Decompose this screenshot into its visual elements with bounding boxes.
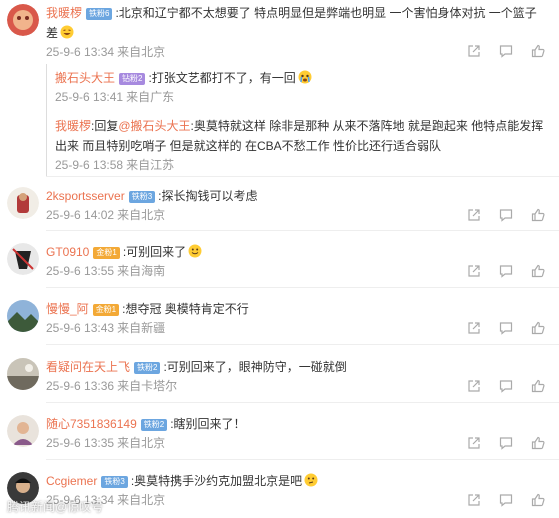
reply-item: 我暖椤:回复@搬石头大王:奥莫特就这样 除非是那种 从来不落阵地 就是跑起来 他… — [55, 116, 555, 174]
divider — [46, 230, 559, 231]
username[interactable]: GT0910 — [46, 245, 89, 259]
comment-location: 来自北京 — [117, 493, 166, 507]
like-icon[interactable] — [531, 379, 545, 393]
divider — [46, 287, 559, 288]
divider — [46, 402, 559, 403]
fan-badge: 铁粉2 — [140, 419, 168, 431]
comment-time: 25-9-6 13:55 — [46, 264, 115, 278]
comment-icon[interactable] — [499, 379, 513, 393]
like-icon[interactable] — [531, 264, 545, 278]
comment-location: 来自北京 — [117, 45, 166, 59]
comment-text: :可别回来了，眼神防守，一碰就倒 — [163, 360, 347, 374]
username[interactable]: 搬石头大王 — [55, 71, 115, 85]
like-icon[interactable] — [531, 321, 545, 335]
reply-time: 25-9-6 13:41 — [55, 90, 124, 104]
share-icon[interactable] — [467, 493, 481, 507]
share-icon[interactable] — [467, 44, 481, 58]
comment-text: :奥莫特携手沙约克加盟北京是吧 — [130, 474, 303, 488]
mention-link[interactable]: @搬石头大王 — [118, 119, 190, 133]
comment-icon[interactable] — [499, 493, 513, 507]
share-icon[interactable] — [467, 264, 481, 278]
laugh-emoji-icon — [60, 25, 74, 39]
reply-text: :打张文艺都打不了，有一回 — [148, 71, 296, 85]
like-icon[interactable] — [531, 493, 545, 507]
share-icon[interactable] — [467, 321, 481, 335]
share-icon[interactable] — [467, 208, 481, 222]
avatar[interactable] — [7, 358, 39, 390]
comment-location: 来自北京 — [117, 436, 166, 450]
fan-badge: 铁粉6 — [86, 8, 113, 20]
share-icon[interactable] — [467, 436, 481, 450]
share-icon[interactable] — [467, 379, 481, 393]
comment-time: 25-9-6 13:34 — [46, 45, 115, 59]
reply-prefix: :回复 — [91, 119, 119, 133]
comment-location: 来自海南 — [117, 264, 166, 278]
comment-text: :可别回来了 — [122, 245, 187, 259]
reply-location: 来自江苏 — [126, 158, 175, 172]
comment-time: 25-9-6 14:02 — [46, 208, 115, 222]
avatar[interactable] — [7, 243, 39, 275]
username[interactable]: 我暖椤 — [55, 119, 91, 133]
comment-time: 25-9-6 13:35 — [46, 436, 115, 450]
username[interactable]: 看疑问在天上飞 — [46, 360, 130, 374]
fan-badge: 钻粉2 — [119, 73, 146, 85]
doubt-emoji-icon — [304, 473, 318, 487]
avatar[interactable] — [7, 4, 39, 36]
divider — [46, 176, 559, 177]
comment-text: :探长掏钱可以考虑 — [158, 189, 258, 203]
smile-emoji-icon — [188, 244, 202, 258]
comment-time: 25-9-6 13:43 — [46, 321, 115, 335]
fan-badge: 金粉1 — [92, 304, 120, 316]
avatar[interactable] — [7, 187, 39, 219]
fan-badge: 铁粉2 — [134, 362, 161, 374]
watermark: 腾讯新闻@惊叹号 — [7, 500, 104, 514]
crying-emoji-icon — [298, 70, 312, 84]
username[interactable]: 慢慢_阿 — [46, 302, 89, 316]
reply-location: 来自广东 — [126, 90, 175, 104]
fan-badge: 铁粉3 — [101, 476, 128, 488]
reply-item: 搬石头大王 钻粉2:打张文艺都打不了，有一回 25-9-6 13:41 来自广东 — [55, 68, 555, 106]
fan-badge: 铁粉3 — [128, 191, 156, 203]
comment-icon[interactable] — [499, 436, 513, 450]
like-icon[interactable] — [531, 436, 545, 450]
avatar[interactable] — [7, 300, 39, 332]
like-icon[interactable] — [531, 44, 545, 58]
comment-location: 来自新疆 — [117, 321, 166, 335]
comment-location: 来自卡塔尔 — [117, 379, 178, 393]
comment-location: 来自北京 — [117, 208, 166, 222]
comment-text: :瞎别回来了！ — [170, 417, 246, 431]
comment-time: 25-9-6 13:36 — [46, 379, 115, 393]
comment-icon[interactable] — [499, 208, 513, 222]
comment-icon[interactable] — [499, 44, 513, 58]
comment-text: :想夺冠 奥模特肯定不行 — [122, 302, 249, 316]
comment-text: :北京和辽宁都不太想要了 特点明显但是弊端也明显 一个害怕身体对抗 一个篮子差 — [46, 6, 537, 40]
divider — [46, 459, 559, 460]
comment-icon[interactable] — [499, 264, 513, 278]
username[interactable]: Ccgiemer — [46, 474, 97, 488]
comment-icon[interactable] — [499, 321, 513, 335]
username[interactable]: 随心7351836149 — [46, 417, 137, 431]
avatar[interactable] — [7, 415, 39, 447]
username[interactable]: 我暖椤 — [46, 6, 82, 20]
like-icon[interactable] — [531, 208, 545, 222]
username[interactable]: 2ksportsserver — [46, 189, 125, 203]
reply-time: 25-9-6 13:58 — [55, 158, 124, 172]
divider — [46, 344, 559, 345]
reply-thread: 搬石头大王 钻粉2:打张文艺都打不了，有一回 25-9-6 13:41 来自广东 我… — [46, 64, 555, 176]
fan-badge: 金粉1 — [93, 247, 120, 259]
